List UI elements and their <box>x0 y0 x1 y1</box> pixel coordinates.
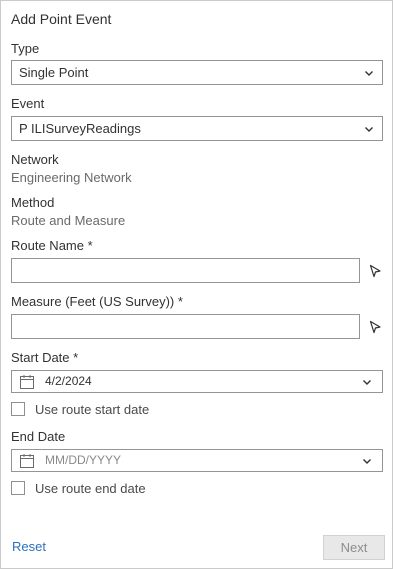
network-label: Network <box>11 152 59 167</box>
start-date-picker[interactable]: 4/2/2024 <box>11 370 383 393</box>
event-select-value: P ILISurveyReadings <box>19 121 141 136</box>
end-date-picker[interactable]: MM/DD/YYYY <box>11 449 383 472</box>
chevron-down-icon <box>365 127 373 132</box>
use-route-start-date-label: Use route start date <box>35 402 150 417</box>
type-label: Type <box>11 41 40 56</box>
calendar-icon <box>20 454 34 468</box>
chevron-down-icon <box>363 459 371 464</box>
start-date-label: Start Date * <box>11 350 79 365</box>
type-select[interactable]: Single Point <box>11 60 383 85</box>
end-date-label: End Date <box>11 429 66 444</box>
reset-button[interactable]: Reset <box>12 539 46 554</box>
route-name-label: Route Name * <box>11 238 93 253</box>
event-label: Event <box>11 96 45 111</box>
cursor-arrow-icon[interactable] <box>368 320 382 334</box>
network-value: Engineering Network <box>11 170 132 185</box>
panel-title: Add Point Event <box>11 11 112 27</box>
measure-label: Measure (Feet (US Survey)) * <box>11 294 183 309</box>
calendar-icon <box>20 375 34 389</box>
chevron-down-icon <box>365 71 373 76</box>
method-label: Method <box>11 195 55 210</box>
use-route-end-date-checkbox[interactable] <box>11 481 25 495</box>
add-point-event-panel: Add Point Event Type Single Point Event … <box>0 0 393 569</box>
use-route-end-date-label: Use route end date <box>35 481 146 496</box>
event-select[interactable]: P ILISurveyReadings <box>11 116 383 141</box>
route-name-input[interactable] <box>11 258 360 283</box>
type-select-value: Single Point <box>19 65 89 80</box>
measure-input[interactable] <box>11 314 360 339</box>
cursor-arrow-icon[interactable] <box>368 264 382 278</box>
end-date-placeholder: MM/DD/YYYY <box>45 453 122 467</box>
use-route-start-date-checkbox[interactable] <box>11 402 25 416</box>
chevron-down-icon <box>363 380 371 385</box>
method-value: Route and Measure <box>11 213 126 228</box>
start-date-value: 4/2/2024 <box>45 374 92 388</box>
next-button[interactable]: Next <box>323 535 385 560</box>
